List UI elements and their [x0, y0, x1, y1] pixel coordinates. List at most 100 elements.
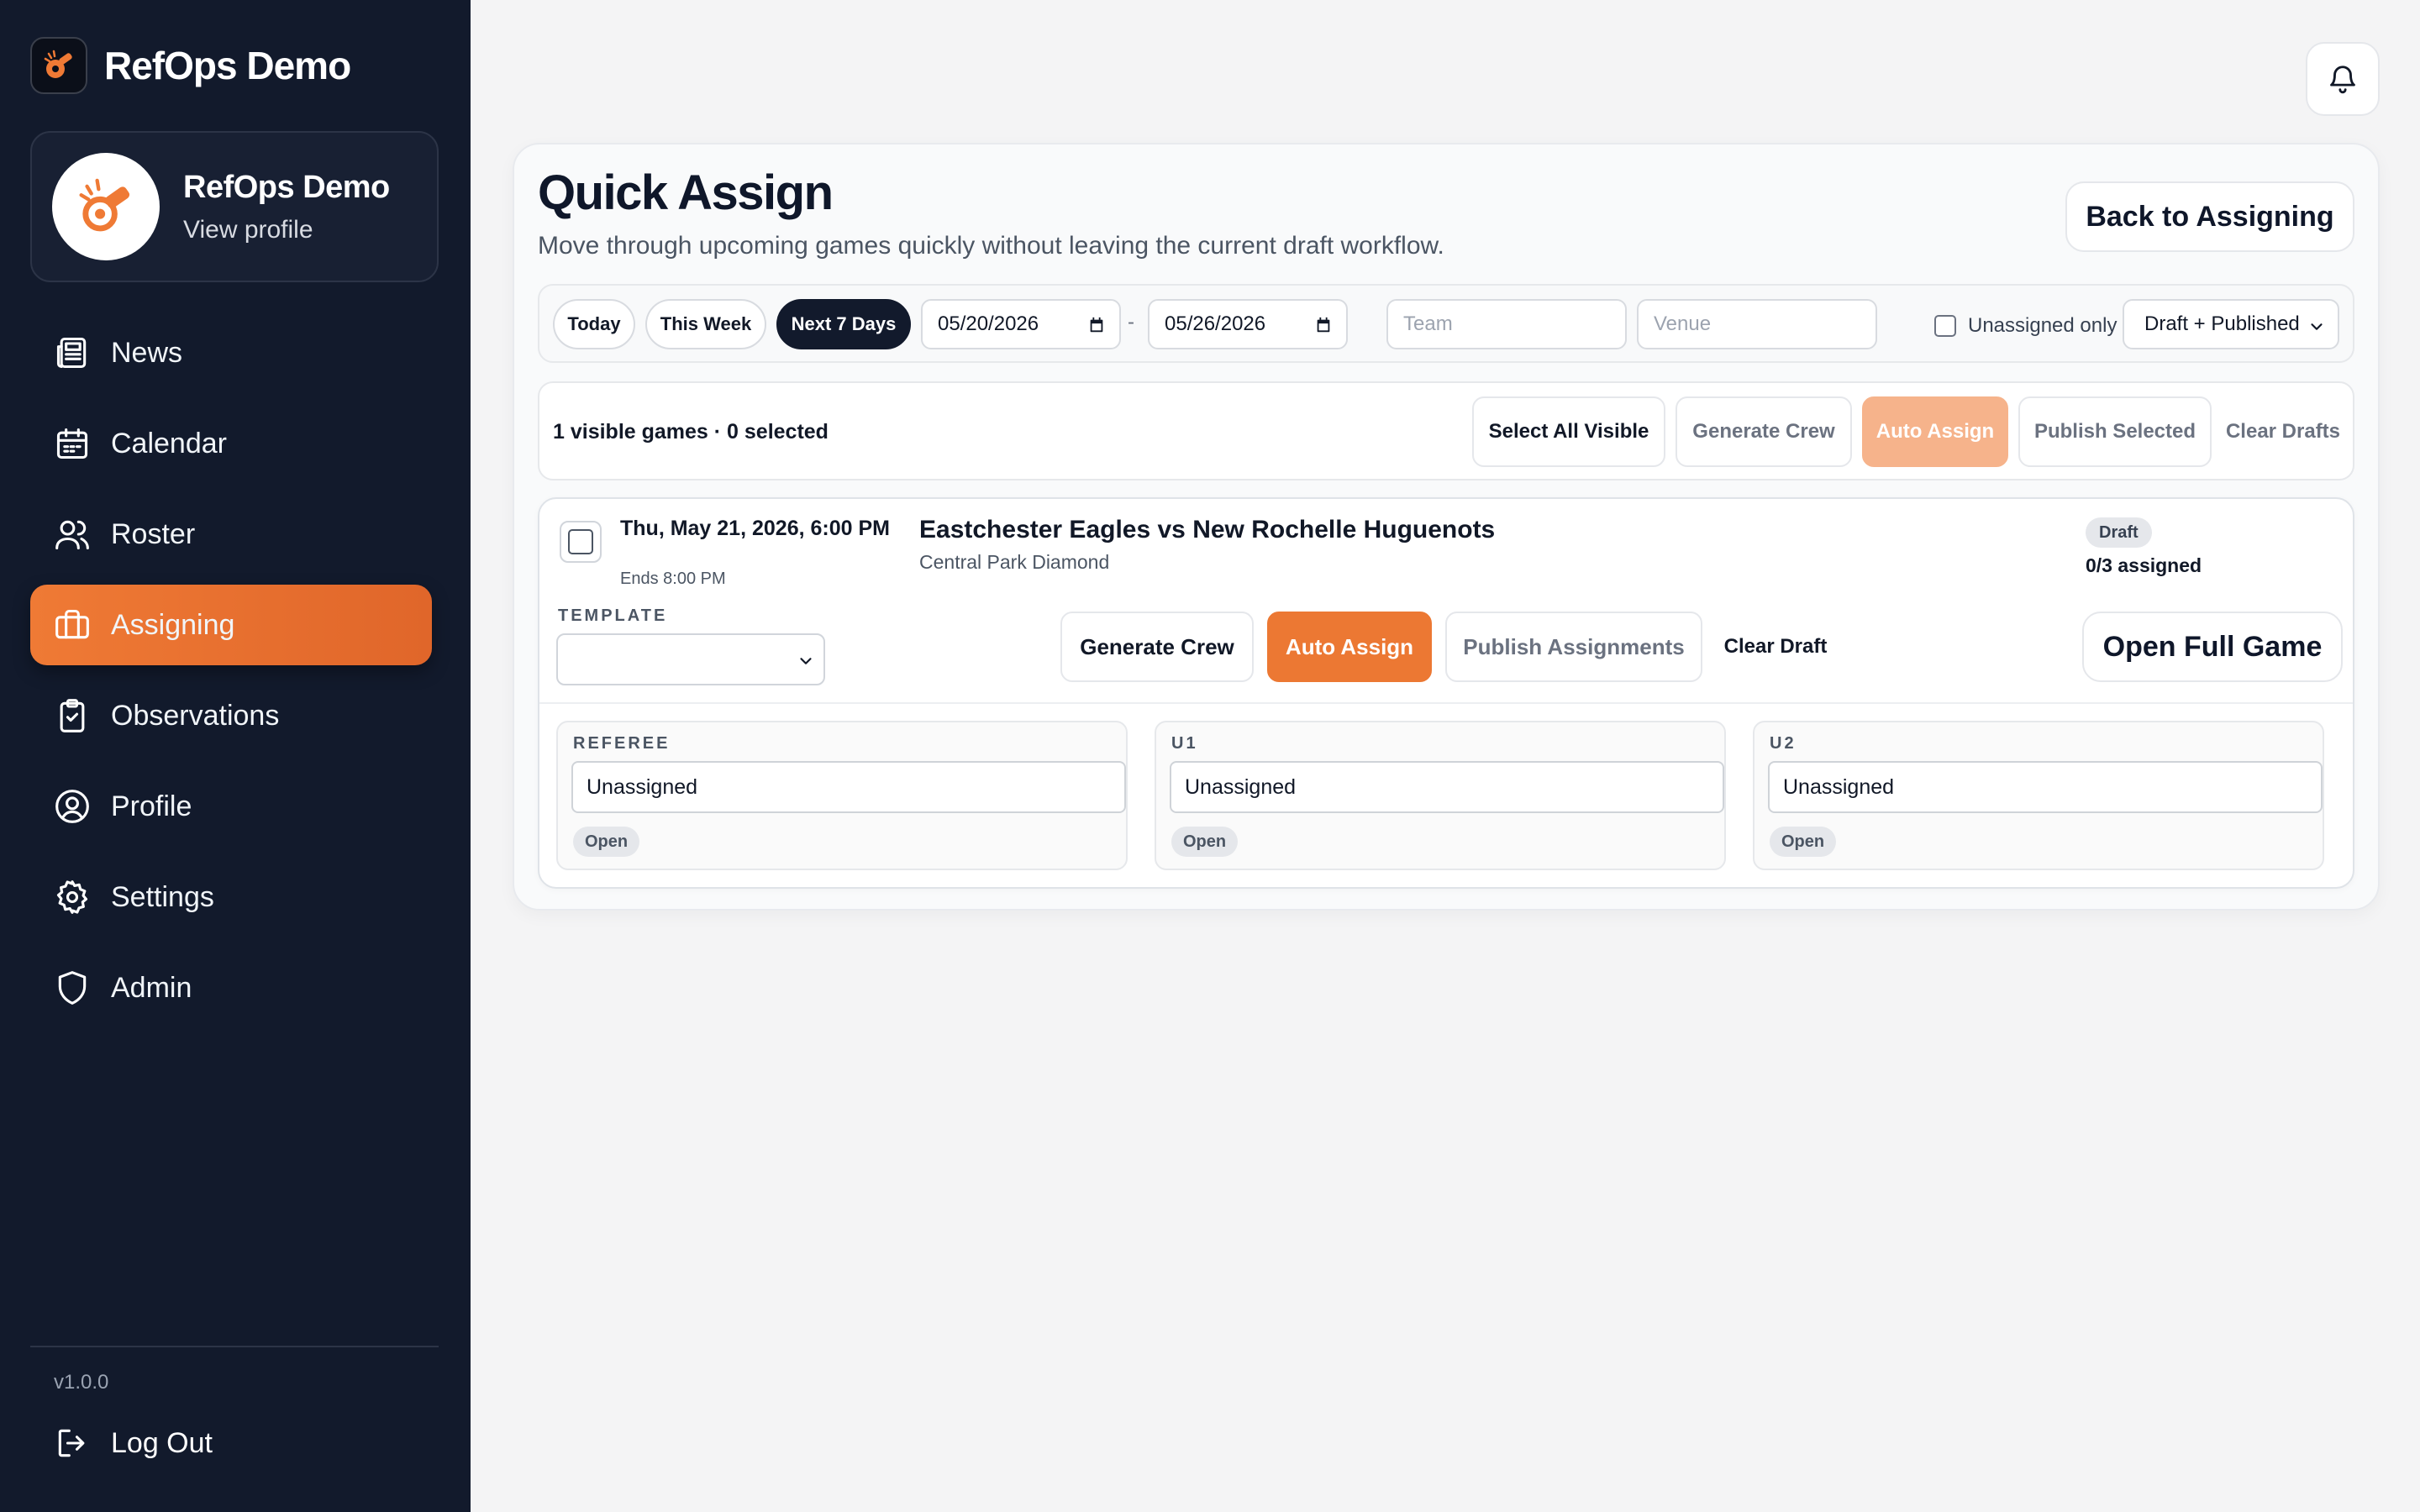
users-icon [55, 520, 89, 550]
status-filter-select[interactable]: Draft + Published [2123, 299, 2339, 349]
template-select[interactable] [556, 633, 825, 685]
clipboard-check-icon [60, 699, 85, 732]
slot-status-badge: Open [1770, 827, 1837, 857]
sidebar-item-observations[interactable]: Observations [30, 675, 432, 756]
select-all-visible-button[interactable]: Select All Visible [1472, 396, 1665, 467]
whistle-avatar-icon [79, 178, 130, 232]
slot-status-badge: Open [1171, 827, 1239, 857]
clear-drafts-button[interactable]: Clear Drafts [2220, 396, 2346, 467]
slot-label: REFEREE [573, 734, 671, 753]
sidebar-item-roster[interactable]: Roster [30, 494, 432, 575]
briefcase-icon [55, 609, 89, 639]
bulk-auto-assign-button[interactable]: Auto Assign [1862, 396, 2008, 467]
shield-icon [58, 971, 87, 1005]
selection-count: 1 visible games · 0 selected [553, 420, 829, 444]
notifications-button[interactable] [2306, 42, 2380, 116]
brand-name: RefOps Demo [104, 44, 351, 87]
sidebar-divider [30, 1346, 439, 1347]
sidebar-item-assigning[interactable]: Assigning [30, 585, 432, 665]
clear-draft-button[interactable]: Clear Draft [1712, 612, 1839, 682]
sidebar-item-settings[interactable]: Settings [30, 857, 432, 937]
page-title: Quick Assign [538, 165, 834, 220]
venue-filter-input[interactable]: Venue [1637, 299, 1877, 349]
sidebar-item-label: Calendar [111, 427, 227, 459]
sidebar-item-admin[interactable]: Admin [30, 948, 432, 1028]
slot-status-badge: Open [573, 827, 640, 857]
bell-icon [2330, 66, 2355, 94]
u2-assignee-input[interactable]: Unassigned [1768, 761, 2323, 813]
sidebar-item-label: Admin [111, 971, 192, 1004]
assigned-count: 0/3 assigned [2086, 554, 2202, 576]
game-datetime: Thu, May 21, 2026, 6:00 PM [620, 517, 890, 540]
game-venue: Central Park Diamond [919, 551, 1110, 573]
sidebar-nav: News Calendar Roster Assigning Observati… [30, 312, 432, 1038]
status-badge: Draft [2086, 517, 2152, 548]
calendar-picker-icon[interactable] [1087, 316, 1106, 334]
open-full-game-button[interactable]: Open Full Game [2082, 612, 2343, 682]
slot-u2: U2 Unassigned Open [1753, 721, 2324, 870]
publish-selected-button[interactable]: Publish Selected [2018, 396, 2212, 467]
bulk-actions-toolbar: 1 visible games · 0 selected Select All … [538, 381, 2354, 480]
template-label: TEMPLATE [558, 606, 668, 625]
slot-referee: REFEREE Unassigned Open [556, 721, 1128, 870]
unassigned-only-toggle[interactable]: Unassigned only [1934, 314, 2117, 338]
sidebar-item-label: Profile [111, 790, 192, 822]
unassigned-only-checkbox[interactable] [1934, 315, 1956, 337]
filter-bar: Today This Week Next 7 Days 05/20/2026 -… [538, 284, 2354, 363]
bulk-generate-crew-button[interactable]: Generate Crew [1676, 396, 1852, 467]
sidebar-item-label: Observations [111, 699, 280, 732]
page-subtitle: Move through upcoming games quickly with… [538, 232, 1444, 260]
date-from-value: 05/20/2026 [938, 312, 1039, 335]
logout-button[interactable]: Log Out [54, 1425, 213, 1462]
profile-card[interactable]: RefOps Demo View profile [30, 131, 439, 282]
profile-name: RefOps Demo [183, 169, 390, 205]
generate-crew-button[interactable]: Generate Crew [1060, 612, 1254, 682]
sidebar-item-label: News [111, 336, 183, 369]
quick-assign-panel: Quick Assign Move through upcoming games… [513, 143, 2380, 911]
user-circle-icon [55, 790, 89, 823]
date-to-value: 05/26/2026 [1165, 312, 1266, 335]
app-version: v1.0.0 [54, 1371, 109, 1394]
date-from-input[interactable]: 05/20/2026 [921, 299, 1121, 349]
whistle-logo-icon [30, 37, 87, 94]
slot-label: U1 [1171, 734, 1198, 753]
game-select-checkbox[interactable] [560, 521, 602, 563]
referee-assignee-input[interactable]: Unassigned [571, 761, 1126, 813]
sidebar-item-label: Roster [111, 517, 196, 550]
u1-assignee-input[interactable]: Unassigned [1170, 761, 1724, 813]
slot-u1: U1 Unassigned Open [1155, 721, 1726, 870]
slot-label: U2 [1770, 734, 1797, 753]
date-to-input[interactable]: 05/26/2026 [1148, 299, 1348, 349]
sidebar-item-label: Assigning [111, 608, 235, 641]
unassigned-only-label: Unassigned only [1968, 314, 2118, 337]
logout-icon [58, 1429, 85, 1457]
date-range-separator: - [1128, 311, 1134, 333]
game-title[interactable]: Eastchester Eagles vs New Rochelle Hugue… [919, 516, 1495, 544]
sidebar-item-label: Settings [111, 880, 214, 913]
status-filter-value: Draft + Published [2144, 312, 2300, 335]
auto-assign-button[interactable]: Auto Assign [1267, 612, 1432, 682]
gear-icon [56, 880, 88, 914]
game-end-time: Ends 8:00 PM [620, 570, 726, 588]
view-profile-link[interactable]: View profile [183, 216, 390, 244]
filter-today-button[interactable]: Today [553, 299, 635, 349]
sidebar-item-news[interactable]: News [30, 312, 432, 393]
back-to-assigning-button[interactable]: Back to Assigning [2065, 181, 2354, 252]
calendar-picker-icon[interactable] [1314, 316, 1333, 334]
chevron-down-icon [2311, 323, 2323, 330]
game-card: Thu, May 21, 2026, 6:00 PM Ends 8:00 PM … [538, 497, 2354, 889]
card-divider [539, 702, 2353, 704]
chevron-down-icon [800, 658, 812, 664]
logout-label: Log Out [111, 1426, 213, 1459]
calendar-icon [56, 428, 88, 459]
sidebar-item-profile[interactable]: Profile [30, 766, 432, 847]
sidebar: RefOps Demo RefOps Demo View profile New… [0, 0, 471, 1512]
filter-next-7-days-button[interactable]: Next 7 Days [776, 299, 911, 349]
team-filter-input[interactable]: Team [1386, 299, 1627, 349]
avatar [52, 153, 160, 260]
filter-this-week-button[interactable]: This Week [645, 299, 766, 349]
publish-assignments-button[interactable]: Publish Assignments [1445, 612, 1702, 682]
brand[interactable]: RefOps Demo [30, 37, 351, 94]
sidebar-item-calendar[interactable]: Calendar [30, 403, 432, 484]
newspaper-icon [56, 337, 87, 369]
